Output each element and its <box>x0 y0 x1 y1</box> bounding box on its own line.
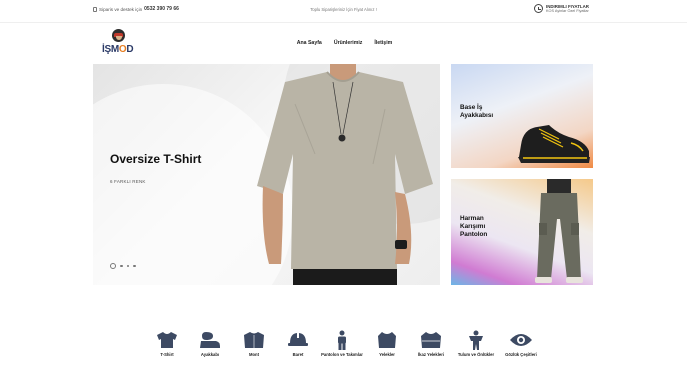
slider-dots <box>110 263 136 269</box>
person-icon <box>338 330 346 350</box>
category-pants-sets[interactable]: Pantolon ve Takımlar <box>318 330 366 358</box>
promo-card-pants[interactable]: Harman Karışımı Pantolon <box>451 179 593 285</box>
category-label: İkaz Yelekleri <box>418 352 444 357</box>
nav-item-contact[interactable]: İletişim <box>374 40 392 46</box>
category-tshirt[interactable]: T-Shirt <box>143 330 191 358</box>
hero-slider[interactable]: Oversize T-Shirt 6 FARKLI RENK <box>93 64 440 285</box>
category-label: Tulum ve Önlükler <box>457 352 495 357</box>
hero-model-image <box>257 64 433 285</box>
site-header: İŞMOD Ana Sayfa Ürünlerimiz İletişim <box>0 23 687 63</box>
hero-title: Oversize T-Shirt <box>110 152 202 166</box>
category-label: Ayakkabı <box>200 352 220 357</box>
tshirt-icon <box>157 332 177 348</box>
jacket-icon <box>244 332 264 348</box>
vest-icon <box>378 332 396 348</box>
category-shoes[interactable]: Ayakkabı <box>186 330 234 358</box>
eye-icon <box>510 334 532 346</box>
hero-subtitle: 6 FARKLI RENK <box>110 179 146 184</box>
overall-icon <box>469 330 483 350</box>
nav-item-home[interactable]: Ana Sayfa <box>297 40 322 46</box>
slider-dot[interactable] <box>126 264 129 268</box>
main-nav: Ana Sayfa Ürünlerimiz İletişim <box>0 40 687 46</box>
pants-image <box>535 179 583 283</box>
helmet-icon <box>288 332 308 346</box>
slider-dot[interactable] <box>110 263 116 269</box>
category-vests[interactable]: Yelekler <box>363 330 411 358</box>
shoes-icon <box>200 332 220 348</box>
pricing-info: INDIRIMLI FIYATLAR KOS Ayinlar Özel Fiya… <box>534 4 589 14</box>
category-helmet[interactable]: Baret <box>274 330 322 358</box>
category-bar: T-Shirt Ayakkabı Mont Baret Pantolon ve … <box>143 330 553 370</box>
category-overalls[interactable]: Tulum ve Önlükler <box>452 330 500 358</box>
category-label: Baret <box>292 352 304 357</box>
category-label: Gözlük Çeşitleri <box>505 352 537 357</box>
promo-title: Harman Karışımı Pantolon <box>460 215 488 238</box>
top-bar: Siparis ve destek için 0532 390 79 66 To… <box>0 0 687 22</box>
pricing-subtitle: KOS Ayinlar Özel Fiyatlar <box>546 9 589 14</box>
promo-card-shoes[interactable]: Base İş Ayakkabısı <box>451 64 593 168</box>
category-label: Yelekler <box>379 352 395 357</box>
category-safety-vests[interactable]: İkaz Yelekleri <box>407 330 455 358</box>
slider-dot[interactable] <box>133 264 136 268</box>
category-jacket[interactable]: Mont <box>230 330 278 358</box>
shoe-image <box>518 125 590 163</box>
clock-icon <box>534 4 543 14</box>
promo-title: Base İş Ayakkabısı <box>460 104 494 119</box>
safety-vest-icon <box>421 332 441 348</box>
category-glasses[interactable]: Gözlük Çeşitleri <box>497 330 545 358</box>
slider-dot[interactable] <box>120 264 123 268</box>
category-label: T-Shirt <box>160 352 174 357</box>
nav-item-products[interactable]: Ürünlerimiz <box>334 40 363 46</box>
category-label: Mont <box>249 352 259 357</box>
category-label: Pantolon ve Takımlar <box>321 352 363 357</box>
